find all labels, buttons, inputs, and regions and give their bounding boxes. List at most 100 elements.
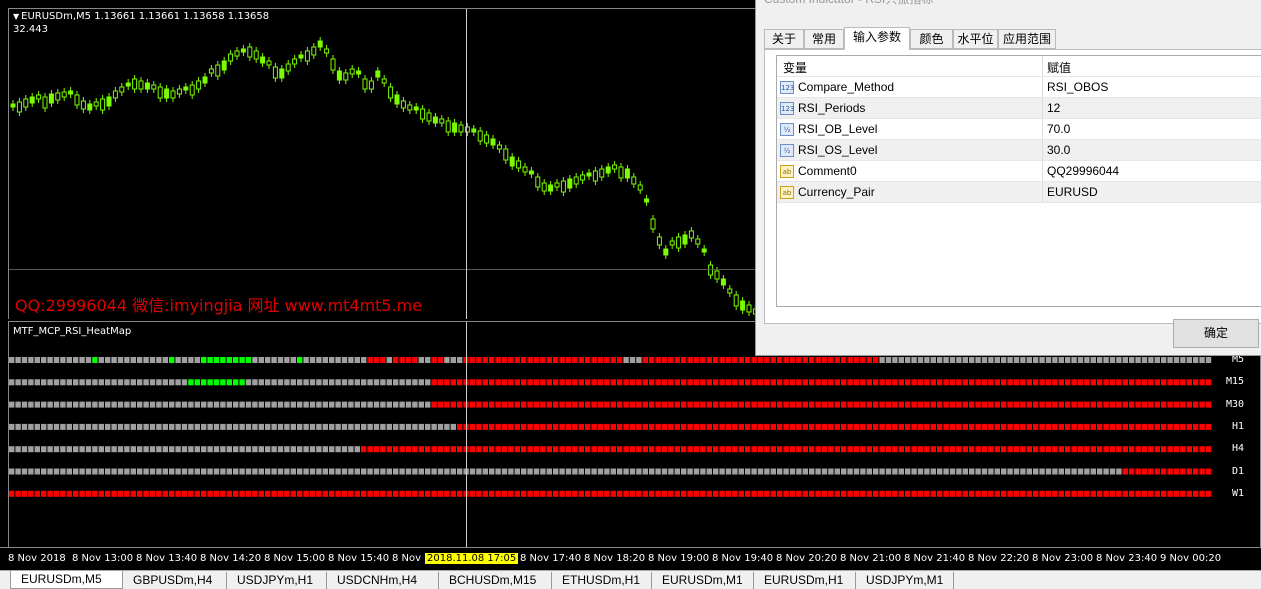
candle-body — [61, 91, 67, 98]
param-row[interactable]: 123 RSI_Periods 12 — [777, 98, 1261, 119]
dialog-tab[interactable]: 关于 — [764, 29, 804, 49]
heatmap-cell — [924, 490, 930, 497]
heatmap-cell — [297, 401, 303, 408]
heatmap-cell — [162, 468, 168, 475]
heatmap-cell — [431, 379, 437, 386]
heatmap-cell — [245, 401, 252, 408]
heatmap-cell — [156, 446, 162, 453]
heatmap-cell — [1116, 379, 1122, 386]
heatmap-cell — [847, 357, 853, 363]
heatmap-cell — [521, 490, 527, 497]
time-label: 8 Nov 2018 — [8, 553, 66, 564]
heatmap-cell — [879, 357, 885, 363]
param-row[interactable]: 123 Compare_Method RSI_OBOS — [777, 77, 1261, 98]
heatmap-cell — [988, 423, 994, 430]
custom-indicator-dialog[interactable]: Custom Indicator - RSI共振指标 关于常用输入参数颜色水平位… — [755, 0, 1261, 356]
crosshair-time-label: 2018.11.08 17:05 — [425, 553, 519, 564]
param-value[interactable]: 30.0 — [1047, 143, 1070, 157]
heatmap-cell — [1186, 446, 1192, 453]
heatmap-cell — [162, 357, 168, 363]
heatmap-cell — [1193, 357, 1199, 363]
heatmap-cell — [1141, 401, 1148, 408]
heatmap-cell — [457, 423, 463, 430]
dialog-tab[interactable]: 颜色 — [910, 29, 953, 49]
heatmap-cell — [860, 490, 866, 497]
heatmap-cell — [949, 423, 956, 430]
heatmap-cell — [1161, 446, 1167, 453]
crosshair-vertical-line[interactable] — [466, 9, 467, 319]
chart-tab[interactable]: USDCNHm,H4 — [327, 572, 439, 589]
heatmap-cell — [105, 379, 111, 386]
heatmap-cell — [124, 401, 130, 408]
heatmap-cell — [341, 423, 348, 430]
candle-body — [682, 234, 688, 245]
dialog-tab[interactable]: 水平位 — [953, 29, 998, 49]
heatmap-cell — [706, 490, 712, 497]
candle-body — [55, 92, 61, 101]
heatmap-cell — [297, 468, 303, 475]
candle-body — [605, 166, 611, 174]
heatmap-cell — [687, 423, 693, 430]
heatmap-cell — [661, 357, 668, 363]
dialog-tab[interactable]: 应用范围 — [998, 29, 1056, 49]
heatmap-cell — [559, 423, 565, 430]
heatmap-cell — [661, 490, 668, 497]
heatmap-cell — [591, 446, 597, 453]
heatmap-cell — [322, 401, 328, 408]
param-value[interactable]: RSI_OBOS — [1047, 80, 1108, 94]
heatmap-cell — [732, 446, 738, 453]
heatmap-cell — [585, 468, 591, 475]
heatmap-cell — [105, 401, 111, 408]
heatmap-cell — [719, 379, 725, 386]
grid-header: 变量 赋值 — [777, 56, 1261, 77]
candle-body — [311, 46, 317, 56]
heatmap-cell — [956, 423, 962, 430]
dialog-tab[interactable]: 常用 — [804, 29, 844, 49]
heatmap-cell — [565, 490, 572, 497]
heatmap-cell — [418, 446, 424, 453]
heatmap-cell — [649, 446, 655, 453]
chart-tab[interactable]: USDJPYm,M1 — [856, 572, 954, 589]
chart-tab[interactable]: GBPUSDm,H4 — [123, 572, 227, 589]
param-row[interactable]: ½ RSI_OS_Level 30.0 — [777, 140, 1261, 161]
chart-tab[interactable]: ETHUSDm,H1 — [552, 572, 652, 589]
heatmap-cell — [1045, 357, 1052, 363]
param-value[interactable]: 70.0 — [1047, 122, 1070, 136]
heatmap-cell — [1033, 446, 1039, 453]
candle-body — [740, 300, 746, 311]
candle-body — [573, 176, 579, 185]
heatmap-cell — [521, 379, 527, 386]
heatmap-cell — [981, 468, 988, 475]
heatmap-cell — [533, 468, 540, 475]
heatmap-cell — [796, 490, 802, 497]
chart-tab[interactable]: USDJPYm,H1 — [227, 572, 327, 589]
heatmap-cell — [738, 468, 744, 475]
inputs-tab-body: 变量 赋值 123 Compare_Method RSI_OBOS 123 RSI_Pe… — [764, 49, 1261, 324]
heatmap-cell — [841, 490, 847, 497]
heatmap-cell — [399, 379, 405, 386]
heatmap-cell — [28, 401, 34, 408]
chart-tab[interactable]: EURUSDm,H1 — [754, 572, 856, 589]
chart-tab[interactable]: EURUSDm,M5 — [10, 571, 123, 589]
heatmap-cell — [169, 357, 175, 363]
heatmap-cell — [917, 468, 924, 475]
ok-button[interactable]: 确定 — [1173, 319, 1259, 348]
heatmap-cell — [636, 357, 642, 363]
param-row[interactable]: ab Currency_Pair EURUSD — [777, 182, 1261, 203]
candle-body — [80, 100, 86, 110]
heatmap-cell — [508, 357, 514, 363]
heatmap-cell — [85, 379, 92, 386]
heatmap-cell — [137, 446, 143, 453]
param-row[interactable]: ab Comment0 QQ29996044 — [777, 161, 1261, 182]
param-value[interactable]: EURUSD — [1047, 185, 1098, 199]
dialog-tab[interactable]: 输入参数 — [844, 27, 910, 50]
heatmap-cell — [533, 446, 540, 453]
chart-tab[interactable]: BCHUSDm,M15 — [439, 572, 552, 589]
chart-tab[interactable]: EURUSDm,M1 — [652, 572, 754, 589]
heatmap-cell — [1013, 423, 1020, 430]
param-value[interactable]: 12 — [1047, 101, 1060, 115]
param-row[interactable]: ½ RSI_OB_Level 70.0 — [777, 119, 1261, 140]
param-value[interactable]: QQ29996044 — [1047, 164, 1119, 178]
heatmap-cell — [994, 357, 1000, 363]
heatmap-cell — [1122, 423, 1128, 430]
